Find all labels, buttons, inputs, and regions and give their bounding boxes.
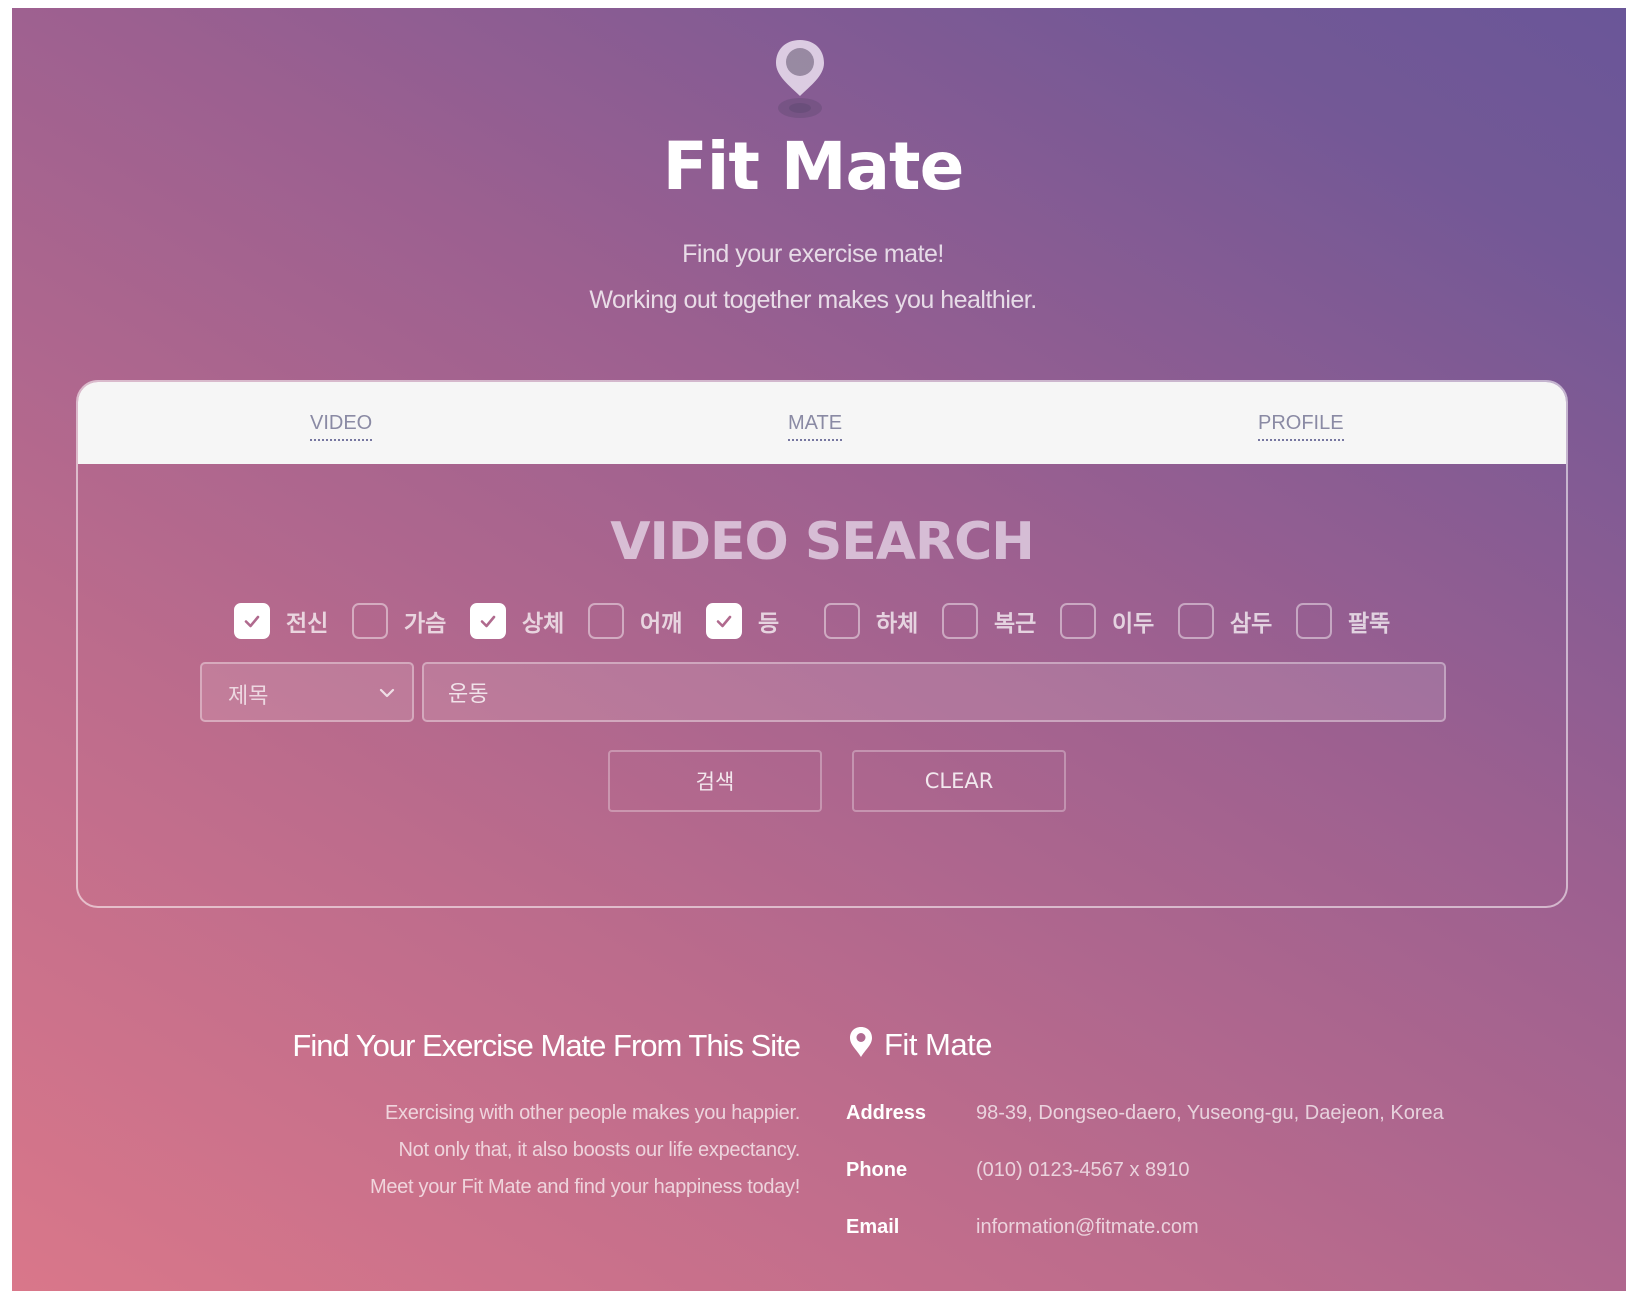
select-value: 제목 [228, 684, 269, 709]
category-checkbox-item[interactable]: 등 [706, 603, 804, 639]
category-checkbox[interactable] [234, 603, 270, 639]
category-checkbox[interactable] [824, 603, 860, 639]
phone-label: Phone [846, 1159, 908, 1181]
category-checkbox[interactable] [352, 603, 388, 639]
email-value[interactable]: information@fitmate.com [976, 1216, 1199, 1238]
category-label: 어깨 [640, 611, 683, 637]
tab-profile[interactable]: PROFILE [1258, 412, 1344, 441]
address-value: 98-39, Dongseo-daero, Yuseong-gu, Daejeo… [976, 1102, 1444, 1124]
category-checkbox-item[interactable]: 복근 [942, 603, 1040, 639]
check-icon [244, 615, 260, 628]
category-label: 팔뚝 [1348, 611, 1391, 637]
tagline-line-1: Find your exercise mate! [682, 240, 944, 268]
chevron-down-icon [378, 684, 396, 707]
category-checkbox[interactable] [470, 603, 506, 639]
category-label: 가슴 [404, 611, 447, 637]
search-query-input[interactable] [422, 662, 1446, 722]
footer-text-3: Meet your Fit Mate and find your happine… [370, 1176, 800, 1198]
category-checkbox-item[interactable]: 가슴 [352, 603, 450, 639]
category-label: 상체 [522, 611, 565, 637]
site-title: Fit Mate [662, 128, 965, 205]
search-field-select[interactable]: 제목 [200, 662, 414, 722]
category-checkbox-item[interactable]: 전신 [234, 603, 332, 639]
footer-text-2: Not only that, it also boosts our life e… [398, 1139, 800, 1161]
category-checkbox-item[interactable]: 이두 [1060, 603, 1158, 639]
category-checkbox-item[interactable]: 하체 [824, 603, 922, 639]
category-checkbox-item[interactable]: 어깨 [588, 603, 686, 639]
category-checkbox[interactable] [1060, 603, 1096, 639]
tab-mate[interactable]: MATE [788, 412, 843, 441]
footer-brand: Fit Mate [848, 1026, 992, 1063]
email-label: Email [846, 1216, 900, 1238]
category-label: 등 [758, 611, 780, 637]
footer-email-row: Email information@fitmate.com [846, 1216, 1199, 1239]
category-label: 이두 [1112, 611, 1155, 637]
category-checkbox[interactable] [942, 603, 978, 639]
category-filter-row: 전신 가슴 상체 어깨 등 하체 복근 이두 삼두 팔뚝 [234, 600, 1414, 642]
category-checkbox[interactable] [1178, 603, 1214, 639]
tagline-line-2: Working out together makes you healthier… [589, 286, 1037, 314]
footer-phone-row: Phone (010) 0123-4567 x 8910 [846, 1159, 1190, 1182]
video-search-title: VIDEO SEARCH [610, 512, 1035, 572]
footer-heading: Find Your Exercise Mate From This Site [292, 1028, 801, 1063]
category-label: 삼두 [1230, 611, 1273, 637]
footer-address-row: Address 98-39, Dongseo-daero, Yuseong-gu,… [846, 1102, 1444, 1125]
category-checkbox[interactable] [588, 603, 624, 639]
category-checkbox-item[interactable]: 상체 [470, 603, 568, 639]
category-label: 하체 [876, 611, 919, 637]
tab-bar: VIDEO MATE PROFILE [78, 382, 1566, 464]
category-checkbox[interactable] [706, 603, 742, 639]
tab-video[interactable]: VIDEO [310, 412, 373, 441]
category-label: 전신 [286, 611, 329, 637]
search-panel: VIDEO MATE PROFILE VIDEO SEARCH 전신 가슴 상체 어깨… [76, 380, 1568, 908]
search-button[interactable]: 검색 [608, 750, 822, 812]
clear-button[interactable]: CLEAR [852, 750, 1066, 812]
check-icon [716, 615, 732, 628]
category-label: 복근 [994, 611, 1037, 637]
map-pin-icon [848, 1026, 874, 1063]
footer-brand-name: Fit Mate [884, 1026, 992, 1062]
check-icon [480, 615, 496, 628]
category-checkbox-item[interactable]: 삼두 [1178, 603, 1276, 639]
footer-text-1: Exercising with other people makes you h… [384, 1102, 800, 1124]
phone-value: (010) 0123-4567 x 8910 [976, 1159, 1190, 1181]
map-pin-icon [770, 38, 830, 128]
category-checkbox[interactable] [1296, 603, 1332, 639]
category-checkbox-item[interactable]: 팔뚝 [1296, 603, 1394, 639]
address-label: Address [846, 1102, 927, 1124]
